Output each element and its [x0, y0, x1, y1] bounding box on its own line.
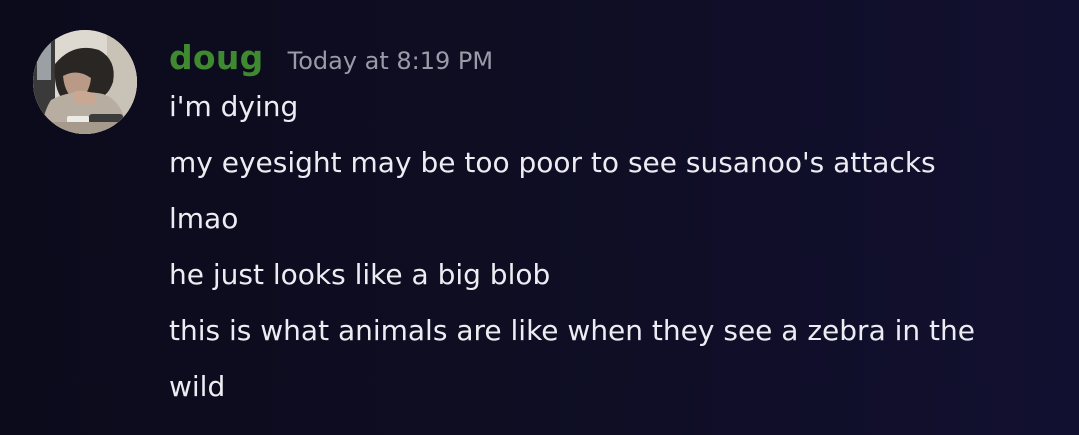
message-line: lmao	[169, 202, 239, 235]
message-line: he just looks like a big blob	[169, 258, 551, 291]
message-timestamp[interactable]: Today at 8:19 PM	[288, 47, 494, 75]
chat-message: doug Today at 8:19 PM i'm dying my eyesi…	[0, 0, 1079, 435]
message-body: i'm dying my eyesight may be too poor to…	[169, 88, 1049, 433]
message-header: doug Today at 8:19 PM	[169, 38, 493, 84]
message-line: i'm dying	[169, 90, 299, 123]
message-line: this is what animals are like when they …	[169, 314, 975, 403]
message-line: my eyesight may be too poor to see susan…	[169, 146, 936, 179]
author-name[interactable]: doug	[169, 38, 264, 77]
avatar[interactable]	[33, 30, 137, 134]
avatar-photo-icon	[33, 30, 137, 134]
